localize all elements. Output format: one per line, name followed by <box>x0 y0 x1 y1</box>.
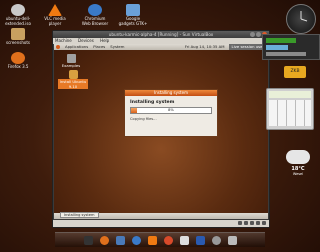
guest-icon-label: Install Ubuntu 9.10 <box>58 79 88 89</box>
guest-bottom-panel: Installing system <box>54 212 268 219</box>
dialog-status: Copying files... <box>130 117 157 121</box>
desktop-icon-vlc[interactable]: VLC media player <box>40 4 70 26</box>
hdd-icon <box>238 221 242 225</box>
guest-icon-label: Examples <box>61 63 81 68</box>
clock-widget[interactable] <box>286 4 316 34</box>
calculator-keys[interactable] <box>269 100 311 126</box>
install-progress-bar: 8% <box>130 107 212 114</box>
dock <box>55 232 265 247</box>
window-title: ubuntu-karmic-alpha-4 [Running] - Sun Vi… <box>108 32 214 37</box>
calendar-icon[interactable] <box>179 235 189 245</box>
music-icon[interactable] <box>163 235 173 245</box>
system-monitor-widget <box>262 34 320 60</box>
firefox-icon[interactable] <box>99 235 109 245</box>
taskbar-item-installing[interactable]: Installing system <box>60 212 99 218</box>
disc-icon <box>11 4 25 16</box>
guest-screen[interactable]: Applications Places System Fri Aug 14, 1… <box>54 44 268 219</box>
panel-applications[interactable]: Applications <box>65 44 88 50</box>
settings-icon[interactable] <box>211 235 221 245</box>
clock-icon <box>300 11 308 22</box>
dialog-title: Installing system <box>125 90 217 96</box>
weather-cloud-icon <box>286 150 310 164</box>
menu-devices[interactable]: Devices <box>78 38 94 43</box>
vlc-cone-icon <box>48 4 62 16</box>
vm-status-bar <box>53 220 269 227</box>
meter-widget[interactable]: ZKB <box>284 66 306 78</box>
desktop-icon-label: Chromium Web Browser <box>81 16 109 26</box>
mouse-icon <box>262 221 266 225</box>
network-icon <box>250 221 254 225</box>
cd-icon <box>244 221 248 225</box>
virtualbox-window[interactable]: ubuntu-karmic-alpha-4 [Running] - Sun Vi… <box>52 30 270 228</box>
desktop-icon-label: Firefox 3.5 <box>7 64 29 69</box>
minimize-icon[interactable] <box>250 32 255 37</box>
installer-dialog[interactable]: Installing system Installing system 8% C… <box>124 89 218 137</box>
chromium-icon <box>88 4 102 16</box>
panel-live-user[interactable]: Live session user <box>229 44 266 50</box>
disk-meter <box>266 52 306 56</box>
vlc-icon[interactable] <box>147 235 157 245</box>
cpu-meter <box>266 38 296 43</box>
guest-top-panel: Applications Places System Fri Aug 14, 1… <box>54 44 268 50</box>
desktop-icon-label: Google gadgets GTK+ <box>118 16 148 26</box>
desktop-icon-label: screenshots <box>5 40 30 45</box>
installer-icon <box>68 70 78 79</box>
panel-places[interactable]: Places <box>93 44 105 50</box>
gadgets-icon <box>126 4 140 16</box>
examples-icon <box>66 54 76 63</box>
terminal-icon[interactable] <box>83 235 93 245</box>
progress-label: 8% <box>168 108 174 112</box>
desktop-icon-firefox[interactable]: Firefox 3.5 <box>3 52 33 70</box>
usb-icon <box>256 221 260 225</box>
weather-widget[interactable]: 18°C Wesel <box>280 150 316 186</box>
weather-location: Wesel <box>292 172 304 176</box>
window-titlebar[interactable]: ubuntu-karmic-alpha-4 [Running] - Sun Vi… <box>53 31 269 38</box>
trash-icon[interactable] <box>227 235 237 245</box>
menu-machine[interactable]: Machine <box>55 38 72 43</box>
panel-clock[interactable]: Fri Aug 14, 10:35 AM <box>185 44 225 50</box>
email-icon[interactable] <box>115 235 125 245</box>
chromium-icon[interactable] <box>131 235 141 245</box>
desktop-icon-screenshots[interactable]: screenshots <box>3 28 33 46</box>
memory-meter <box>266 45 288 50</box>
menu-help[interactable]: Help <box>100 38 109 43</box>
dialog-heading: Installing system <box>130 100 175 105</box>
ubuntu-logo-icon[interactable] <box>56 45 60 49</box>
desktop-icon-chromium[interactable]: Chromium Web Browser <box>80 4 110 26</box>
desktop-icon-label: VLC media player <box>44 16 66 26</box>
firefox-icon <box>11 52 25 64</box>
guest-icon-install[interactable]: Install Ubuntu 9.10 <box>58 70 88 89</box>
guest-icon-examples[interactable]: Examples <box>60 54 82 68</box>
desktop-icon-gadgets[interactable]: Google gadgets GTK+ <box>118 4 148 26</box>
panel-system[interactable]: System <box>110 44 124 50</box>
maximize-icon[interactable] <box>256 32 261 37</box>
folder-icon <box>11 28 25 40</box>
desktop-icon-iso[interactable]: ubuntu-dell-extended.iso <box>3 4 33 26</box>
calculator-display <box>269 91 311 98</box>
desktop-icon-label: ubuntu-dell-extended.iso <box>5 16 31 26</box>
virtualbox-icon[interactable] <box>195 235 205 245</box>
calculator-widget[interactable] <box>266 88 314 130</box>
